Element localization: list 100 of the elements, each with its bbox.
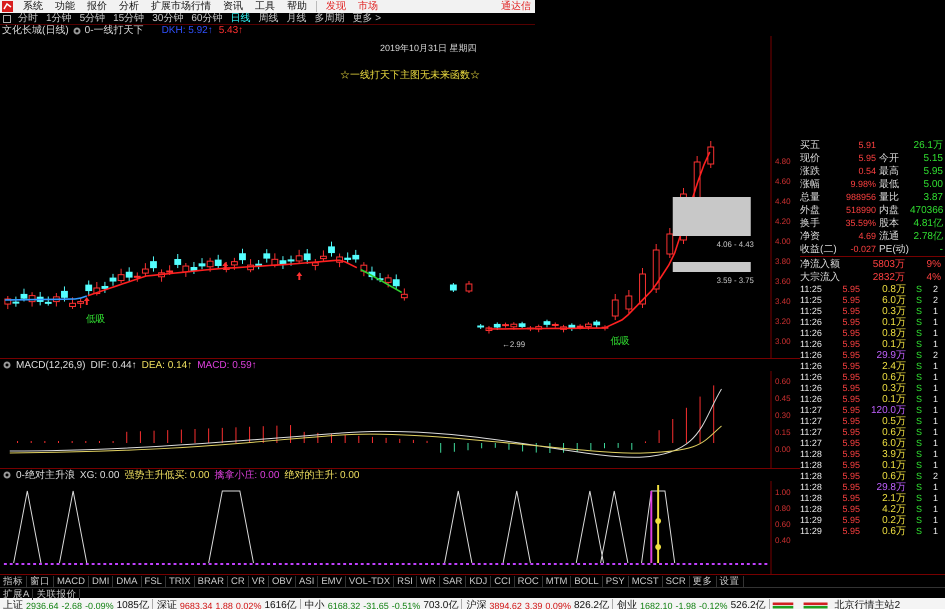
period-tab[interactable]: 更多 > <box>348 14 386 24</box>
indicator-tab[interactable]: VOL-TDX <box>346 576 394 586</box>
app-logo-icon[interactable] <box>2 1 13 12</box>
indicator-name[interactable]: 0-一线打天下 <box>84 26 144 36</box>
collapse-icon[interactable] <box>3 14 11 22</box>
indicator-tab[interactable]: MTM <box>542 576 572 586</box>
menu-item[interactable]: 系统 <box>17 0 49 13</box>
tick-side: S <box>914 328 922 339</box>
menu-item[interactable]: 帮助 <box>281 0 313 13</box>
tick-count: 2 <box>932 284 938 295</box>
indicator-tab[interactable]: VR <box>248 576 269 586</box>
tick-count: 1 <box>932 416 938 427</box>
tick-side: S <box>914 372 922 383</box>
index-change: -2.68 <box>62 600 82 609</box>
indicator-value: 强势主升低买: 0.00 <box>124 470 210 480</box>
menu-item[interactable]: 发现 <box>320 0 352 13</box>
tick-price: 5.95 <box>841 350 860 361</box>
period-tab[interactable]: 30分钟 <box>148 14 188 24</box>
period-tab[interactable]: 60分钟 <box>187 14 226 24</box>
tick-volume: 0.5万 <box>881 416 906 427</box>
tick-time: 11:28 <box>800 482 823 493</box>
period-tab[interactable]: 周线 <box>254 14 282 24</box>
index-change: -31.65 <box>363 600 389 609</box>
quote-label: 收益(二) <box>800 243 838 256</box>
indicator-tab[interactable]: MCST <box>628 576 663 586</box>
tick-side: S <box>914 526 922 537</box>
indicator-tab[interactable]: CR <box>228 576 249 586</box>
index-percent: -0.12% <box>699 600 728 609</box>
indicator-value: 5.43↑ <box>218 26 244 36</box>
indicator-tab[interactable]: OBV <box>268 576 296 586</box>
menu-item[interactable]: 市场 <box>352 0 384 13</box>
menu-item[interactable]: 报价 <box>81 0 113 13</box>
period-tab[interactable]: 月线 <box>282 14 310 24</box>
tick-volume: 0.3万 <box>881 306 906 317</box>
tick-count: 1 <box>932 306 938 317</box>
tick-side: S <box>914 350 922 361</box>
tick-price: 5.95 <box>841 460 860 471</box>
menu-item[interactable]: 资讯 <box>217 0 249 13</box>
settings-icon[interactable] <box>3 361 11 369</box>
indicator-tab[interactable]: MACD <box>54 576 89 586</box>
axis-label: 0.30 <box>775 411 791 420</box>
settings-icon[interactable] <box>3 471 11 479</box>
tick-count: 1 <box>932 493 938 504</box>
quote-value: 5.00 <box>922 178 943 191</box>
tick-price: 5.95 <box>841 372 860 383</box>
menu-item[interactable]: 分析 <box>113 0 145 13</box>
indicator-tab[interactable]: ASI <box>296 576 318 586</box>
menu-item[interactable]: 功能 <box>49 0 81 13</box>
indicator-tab[interactable]: BRAR <box>194 576 228 586</box>
menu-item[interactable]: 扩展市场行情 <box>145 0 217 13</box>
indicator-tab[interactable]: TRIX <box>166 576 195 586</box>
quote-label: 净资 <box>800 230 821 243</box>
tick-price: 5.95 <box>841 339 860 350</box>
period-tab[interactable]: 5分钟 <box>76 14 110 24</box>
axis-label: 4.00 <box>775 237 791 246</box>
tick-price: 5.95 <box>841 306 860 317</box>
indicator-tab[interactable]: FSL <box>142 576 166 586</box>
indicator-tab[interactable]: 更多 <box>690 576 717 586</box>
tick-volume: 0.1万 <box>881 460 906 471</box>
axis-label: 4.20 <box>775 217 791 226</box>
indicator-tab[interactable]: KDJ <box>466 576 492 586</box>
flow-share: 9% <box>926 258 941 271</box>
period-tab[interactable]: 1分钟 <box>42 14 76 24</box>
tick-volume: 0.3万 <box>881 383 906 394</box>
tick-count: 2 <box>932 350 938 361</box>
quote-label: 内盘 <box>878 204 900 217</box>
indicator-tab[interactable]: SAR <box>440 576 466 586</box>
tick-side: S <box>914 295 922 306</box>
period-tab[interactable]: 15分钟 <box>109 14 148 24</box>
axis-label: 4.80 <box>775 157 791 166</box>
index-change: 1.88 <box>215 600 233 609</box>
indicator-tab[interactable]: BOLL <box>571 576 603 586</box>
indicator-tab[interactable]: 指标 <box>0 576 27 586</box>
indicator-tab[interactable]: WR <box>416 576 440 586</box>
tick-side: S <box>914 383 922 394</box>
tick-side: S <box>914 306 922 317</box>
period-tab[interactable]: 多周期 <box>310 14 348 24</box>
settings-icon[interactable] <box>72 26 81 34</box>
indicator-tab[interactable]: CCI <box>491 576 515 586</box>
indicator-tab[interactable]: DMA <box>113 576 142 586</box>
tick-price: 5.95 <box>841 471 860 482</box>
quote-value: 35.59% <box>844 217 876 230</box>
indicator-tab[interactable]: SCR <box>662 576 690 586</box>
indicator-tab[interactable]: 设置 <box>716 576 744 586</box>
tick-side: S <box>914 449 922 460</box>
indicator-tab[interactable]: PSY <box>602 576 629 586</box>
quote-value: 4.81亿 <box>912 217 943 230</box>
indicator-tab[interactable]: RSI <box>394 576 417 586</box>
quote-value: 5.15 <box>922 152 943 165</box>
indicator-tab[interactable]: EMV <box>318 576 346 586</box>
tick-count: 1 <box>932 482 938 493</box>
period-tab[interactable]: 日线 <box>226 14 254 24</box>
indicator-tab[interactable]: ROC <box>514 576 543 586</box>
indicator-tab[interactable]: DMI <box>88 576 114 586</box>
server-status[interactable]: 北京行情主站2 <box>832 598 900 609</box>
period-tab[interactable]: 分时 <box>14 14 42 24</box>
menu-item[interactable]: 工具 <box>249 0 281 13</box>
quote-label: 今开 <box>878 152 900 165</box>
indicator-tab[interactable]: 窗口 <box>27 576 54 586</box>
tick-volume: 0.1万 <box>881 339 906 350</box>
